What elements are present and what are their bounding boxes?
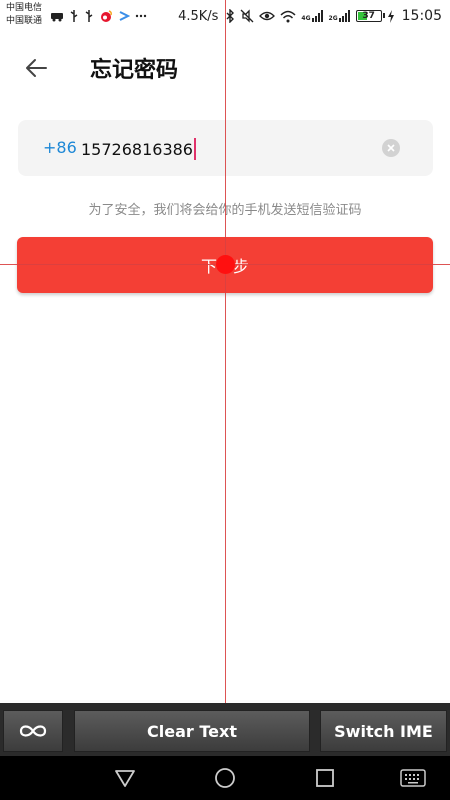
triangle-back-icon [115, 770, 135, 787]
keyboard-icon [400, 769, 426, 787]
weibo-icon [101, 10, 112, 22]
clear-circle-icon [387, 144, 395, 152]
square-recents-icon [316, 769, 334, 787]
status-right: 4.5K/s 4G 2G 37 15:05 [178, 6, 442, 26]
navigation-bar [0, 756, 450, 800]
signal-icon [311, 10, 323, 22]
usb-icon [70, 10, 78, 22]
carrier-1: 中国电信 [6, 3, 43, 13]
nav-recents-button[interactable] [312, 766, 338, 790]
mute-icon [240, 9, 254, 23]
carrier-info: 中国电信 中国联通 [6, 2, 42, 28]
carrier-2: 中国联通 [6, 16, 43, 26]
page-title: 忘记密码 [90, 58, 179, 83]
battery-icon: 37 [355, 10, 385, 22]
signal-tag-4g: 4G [301, 15, 311, 22]
more-icon [135, 14, 147, 18]
signal-4g: 4G [301, 10, 323, 22]
country-code[interactable]: +86 [43, 138, 77, 157]
ime-toolbar: Clear Text Switch IME [0, 703, 450, 756]
nav-keyboard-button[interactable] [398, 766, 428, 790]
app-icon [119, 11, 130, 21]
battery-level: 37 [362, 11, 375, 21]
text-caret [193, 138, 196, 160]
charging-icon [387, 9, 394, 23]
infinity-icon [19, 725, 47, 737]
notification-icons [50, 8, 147, 24]
wifi-icon [280, 10, 296, 22]
clear-input-button[interactable] [382, 139, 400, 157]
car-icon [51, 13, 63, 22]
clear-text-button[interactable]: Clear Text [74, 710, 310, 752]
circle-home-icon [215, 768, 235, 788]
signal-tag-2g: 2G [328, 15, 338, 22]
phone-input[interactable]: 15726816386 [81, 138, 196, 160]
arrow-left-icon [26, 59, 47, 77]
pointer-crosshair-vertical [225, 0, 226, 800]
eye-icon [259, 11, 276, 21]
bluetooth-icon [226, 9, 235, 23]
touch-point-indicator [216, 255, 235, 274]
loop-button[interactable] [3, 710, 63, 752]
net-speed: 4.5K/s [178, 8, 219, 24]
switch-ime-button[interactable]: Switch IME [320, 710, 447, 752]
clock: 15:05 [401, 8, 442, 24]
nav-back-button[interactable] [112, 766, 138, 790]
nav-home-button[interactable] [212, 766, 238, 790]
back-button[interactable] [16, 48, 56, 88]
phone-input-value: 15726816386 [81, 139, 193, 159]
usb-icon [85, 10, 93, 22]
signal-2g: 2G [329, 10, 351, 22]
signal-icon [338, 10, 350, 22]
